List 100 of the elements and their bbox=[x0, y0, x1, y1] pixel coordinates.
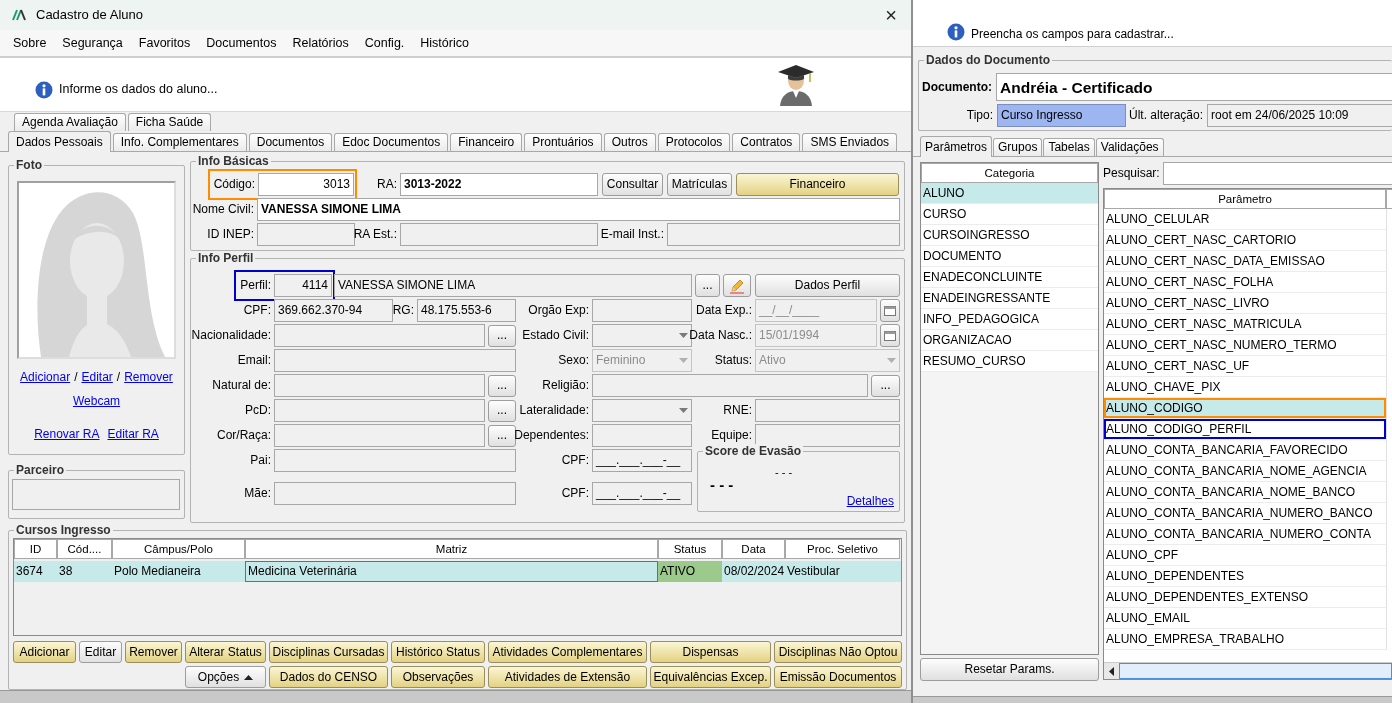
browse-button[interactable]: ... bbox=[488, 374, 516, 397]
button[interactable]: Atividades de Extensão bbox=[488, 666, 647, 688]
tab[interactable]: Outros bbox=[603, 133, 656, 151]
ra-link[interactable]: Renovar RA bbox=[34, 426, 100, 442]
tab[interactable]: Grupos bbox=[993, 138, 1043, 156]
text-field[interactable] bbox=[274, 424, 485, 447]
column-header[interactable]: Matriz bbox=[245, 539, 658, 559]
list-item[interactable]: CURSOINGRESSO bbox=[921, 225, 1098, 246]
table-row[interactable]: ALUNO_CERT_NASC_CARTORIO bbox=[1104, 230, 1387, 251]
tab[interactable]: Tabelas bbox=[1043, 138, 1095, 156]
table-row[interactable]: ALUNO_CODIGO bbox=[1104, 398, 1387, 419]
dropdown[interactable] bbox=[592, 399, 692, 422]
text-field[interactable] bbox=[274, 324, 485, 347]
dropdown[interactable] bbox=[592, 324, 692, 347]
button[interactable]: Equivalências Excep. bbox=[650, 666, 771, 688]
button[interactable]: Matrículas bbox=[667, 173, 732, 196]
button[interactable]: Financeiro bbox=[736, 173, 899, 196]
table-row[interactable]: ALUNO_CERT_NASC_LIVRO bbox=[1104, 293, 1387, 314]
menu-button[interactable]: Opções bbox=[185, 666, 266, 688]
text-field[interactable]: 4114 bbox=[274, 274, 332, 297]
text-field[interactable]: ___.___.___-__ bbox=[592, 449, 692, 472]
button[interactable]: Dados Perfil bbox=[755, 274, 900, 297]
button[interactable]: Dispensas bbox=[650, 641, 771, 663]
text-field[interactable] bbox=[274, 399, 485, 422]
table-row[interactable]: ALUNO_CERT_NASC_MATRICULA bbox=[1104, 314, 1387, 335]
browse-button[interactable]: ... bbox=[488, 324, 516, 347]
menu-item[interactable]: Favoritos bbox=[138, 35, 191, 51]
table-row[interactable]: ALUNO_EMAIL bbox=[1104, 608, 1387, 629]
tab[interactable]: Edoc Documentos bbox=[334, 133, 449, 151]
text-field[interactable]: ___.___.___-__ bbox=[592, 482, 692, 505]
text-field[interactable] bbox=[755, 424, 900, 447]
browse-button[interactable]: ... bbox=[488, 424, 516, 447]
tab[interactable]: Ficha Saúde bbox=[127, 113, 212, 131]
list-item[interactable]: CURSO bbox=[921, 204, 1098, 225]
text-field[interactable] bbox=[274, 349, 516, 372]
photo-link[interactable]: Editar bbox=[81, 370, 113, 385]
text-field[interactable] bbox=[592, 374, 868, 397]
button[interactable]: Observações bbox=[391, 666, 485, 688]
tab[interactable]: Parâmetros bbox=[920, 136, 993, 157]
close-button[interactable]: × bbox=[881, 5, 901, 25]
column-header[interactable]: Câmpus/Polo bbox=[112, 539, 245, 559]
reset-button[interactable]: Resetar Params. bbox=[920, 658, 1099, 681]
text-field[interactable]: 3013-2022 bbox=[400, 173, 598, 196]
list-item[interactable]: INFO_PEDAGOGICA bbox=[921, 309, 1098, 330]
table-row[interactable]: ALUNO_CERT_NASC_NUMERO_TERMO bbox=[1104, 335, 1387, 356]
table-row[interactable]: ALUNO_CPF bbox=[1104, 545, 1387, 566]
table-row[interactable]: ALUNO_CONTA_BANCARIA_NUMERO_BANCO bbox=[1104, 503, 1387, 524]
button[interactable]: Alterar Status bbox=[185, 641, 266, 663]
menu-item[interactable]: Sobre bbox=[13, 35, 47, 51]
list-item[interactable]: ENADECONCLUINTE bbox=[921, 267, 1098, 288]
table-row[interactable]: ALUNO_CERT_NASC_UF bbox=[1104, 356, 1387, 377]
text-field[interactable]: root em 24/06/2025 10:09 bbox=[1207, 104, 1392, 127]
text-field[interactable]: VANESSA SIMONE LIMA bbox=[257, 198, 900, 221]
text-field[interactable]: VANESSA SIMONE LIMA bbox=[334, 274, 692, 297]
text-field[interactable]: 3013 bbox=[258, 173, 354, 196]
button[interactable]: Consultar bbox=[602, 173, 663, 196]
table-row[interactable]: ALUNO_CONTA_BANCARIA_FAVORECIDO bbox=[1104, 440, 1387, 461]
search-field[interactable] bbox=[1162, 162, 1392, 185]
column-header[interactable]: Data bbox=[722, 539, 785, 559]
button[interactable]: Editar bbox=[79, 641, 122, 663]
tab[interactable]: Dados Pessoais bbox=[8, 131, 111, 152]
details-link[interactable]: Detalhes bbox=[846, 493, 894, 508]
column-header[interactable]: ID bbox=[14, 539, 57, 559]
text-field[interactable] bbox=[257, 223, 355, 246]
edit-button[interactable] bbox=[723, 274, 751, 297]
list-item[interactable]: ALUNO bbox=[921, 183, 1098, 204]
type-field[interactable]: Curso Ingresso bbox=[997, 104, 1126, 127]
menu-item[interactable]: Segurança bbox=[62, 35, 123, 51]
browse-button[interactable]: ... bbox=[871, 374, 900, 397]
photo-link[interactable]: Adicionar bbox=[20, 370, 71, 385]
button[interactable]: Adicionar bbox=[13, 641, 76, 663]
text-field[interactable] bbox=[274, 449, 516, 472]
menu-item[interactable]: Histórico bbox=[420, 35, 469, 51]
text-field[interactable] bbox=[667, 223, 900, 246]
table-row[interactable]: ALUNO_CHAVE_PIX bbox=[1104, 377, 1387, 398]
tab[interactable]: Agenda Avaliação bbox=[14, 113, 126, 131]
table-row[interactable]: ALUNO_DEPENDENTES bbox=[1104, 566, 1387, 587]
button[interactable]: Emissão Documentos bbox=[774, 666, 902, 688]
browse-button[interactable]: ... bbox=[695, 274, 720, 297]
webcam-link[interactable]: Webcam bbox=[72, 394, 121, 409]
table-row[interactable]: ALUNO_DEPENDENTES_EXTENSO bbox=[1104, 587, 1387, 608]
ra-link[interactable]: Editar RA bbox=[107, 426, 159, 442]
menu-item[interactable]: Documentos bbox=[206, 35, 277, 51]
scroll-left-icon[interactable] bbox=[1109, 666, 1114, 676]
table-row[interactable]: ALUNO_CERT_NASC_FOLHA bbox=[1104, 272, 1387, 293]
browse-button[interactable]: ... bbox=[488, 399, 516, 422]
table-row[interactable]: 3674 38 Polo Medianeira Medicina Veterinária ATIVO 08/02/2024 Vestibular bbox=[14, 561, 901, 582]
button[interactable]: Dados do CENSO bbox=[269, 666, 388, 688]
calendar-button[interactable] bbox=[880, 299, 900, 322]
tab[interactable]: Documentos bbox=[248, 133, 333, 151]
tab[interactable]: Protocolos bbox=[657, 133, 731, 151]
tab[interactable]: Prontuários bbox=[524, 133, 602, 151]
list-item[interactable]: DOCUMENTO bbox=[921, 246, 1098, 267]
column-header[interactable]: Proc. Seletivo bbox=[785, 539, 900, 559]
table-row[interactable]: ALUNO_CONTA_BANCARIA_NOME_BANCO bbox=[1104, 482, 1387, 503]
button[interactable]: Remover bbox=[125, 641, 182, 663]
calendar-button[interactable] bbox=[880, 324, 900, 347]
table-row[interactable]: ALUNO_CONTA_BANCARIA_NOME_AGENCIA bbox=[1104, 461, 1387, 482]
tab[interactable]: Validações bbox=[1095, 138, 1164, 156]
tab[interactable]: SMS Enviados bbox=[802, 133, 898, 151]
